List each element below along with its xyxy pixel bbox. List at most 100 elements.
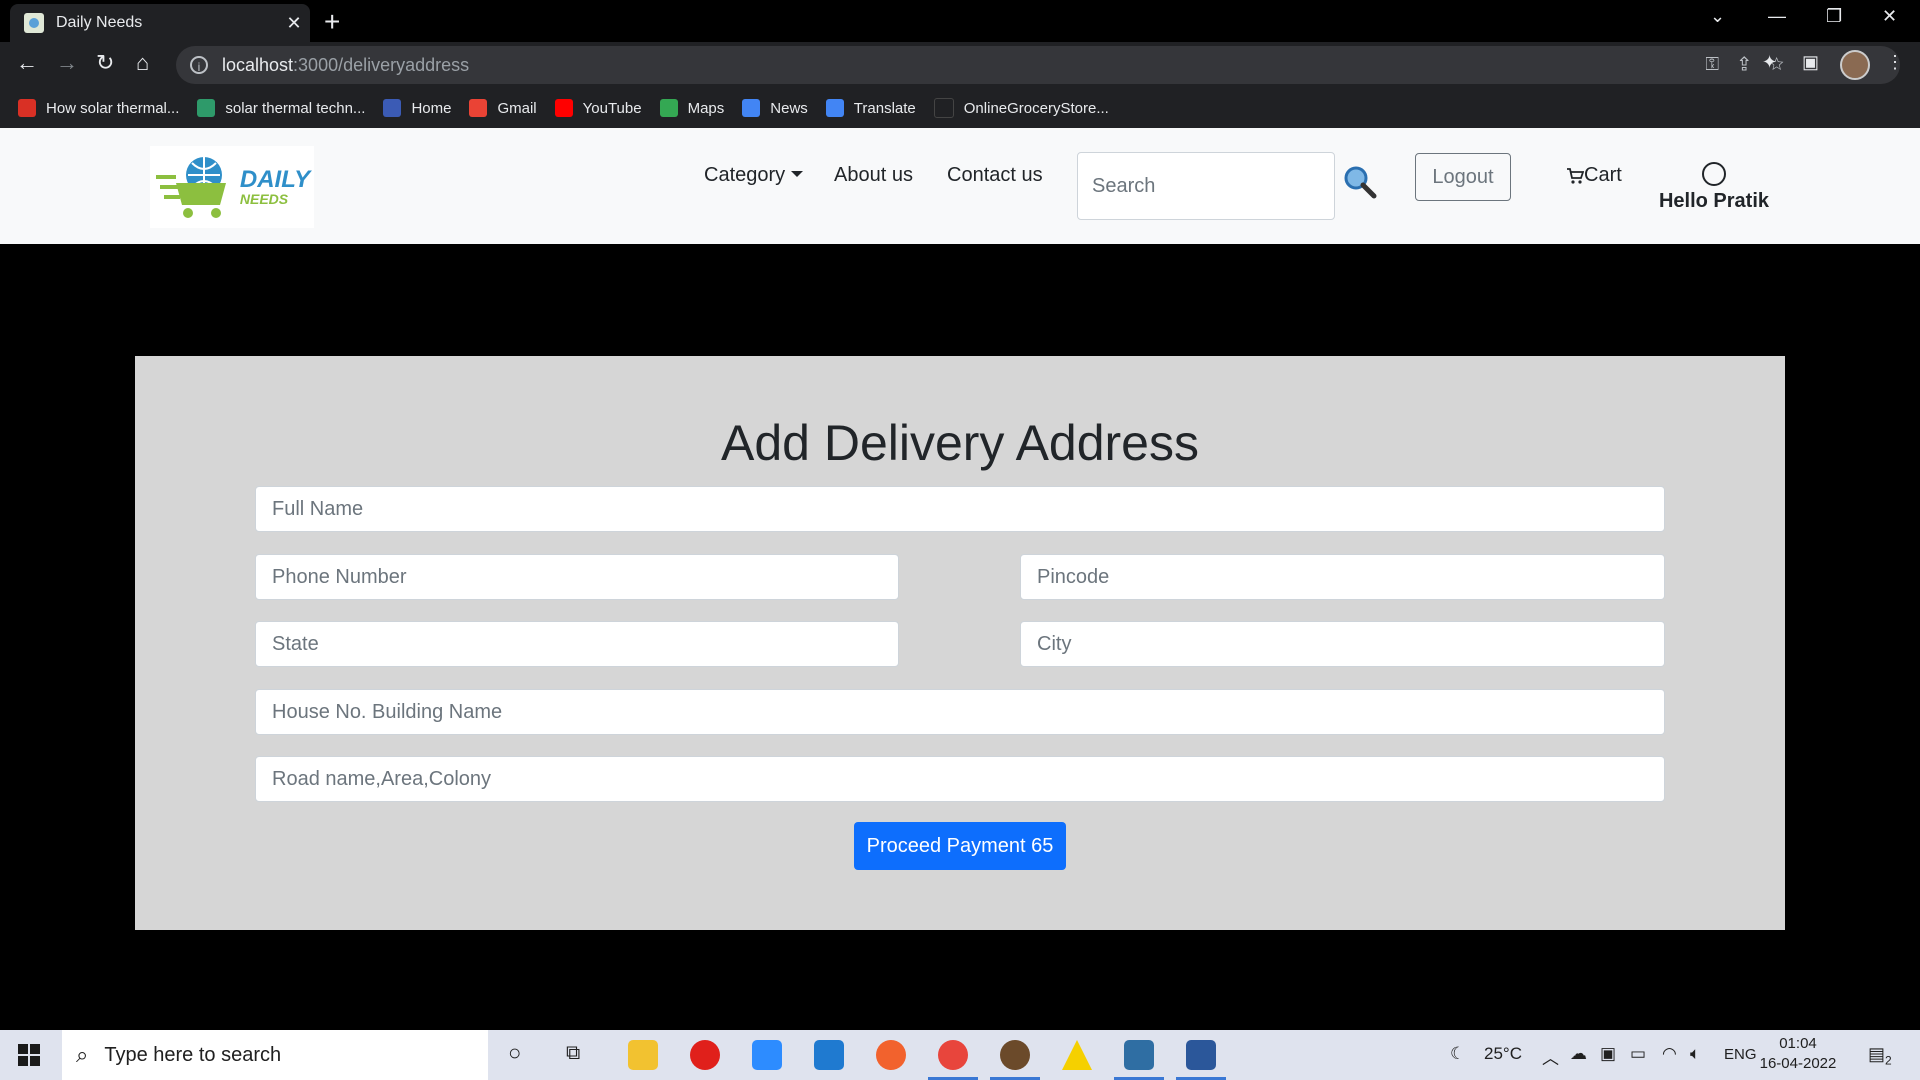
file-explorer-icon[interactable] (628, 1040, 658, 1070)
bookmark-item[interactable]: Translate (825, 99, 916, 117)
tab-close-icon[interactable]: ✕ (278, 13, 310, 34)
user-greeting: Hello Pratik (1658, 190, 1770, 212)
weather-moon-icon[interactable]: ☾ (1450, 1044, 1465, 1064)
password-key-icon[interactable]: ⚿ (1705, 54, 1739, 74)
site-search-input[interactable] (1077, 152, 1335, 220)
nav-category-dropdown[interactable]: Category (704, 164, 804, 187)
opera-icon[interactable] (690, 1040, 720, 1070)
full-name-input[interactable] (255, 486, 1665, 532)
nav-about-link[interactable]: About us (834, 164, 913, 187)
restore-icon[interactable]: ❐ (1826, 6, 1842, 27)
magnifier-search-icon[interactable] (1342, 164, 1378, 200)
bookmark-item[interactable]: OnlineGroceryStore... (933, 98, 1109, 118)
warning-app-icon[interactable] (1062, 1040, 1092, 1070)
tab-title: Daily Needs (56, 14, 143, 31)
caret-down-icon (791, 171, 804, 177)
bookmark-label: How solar thermal... (46, 99, 180, 117)
bookmark-label: OnlineGroceryStore... (963, 99, 1109, 117)
translate-icon (825, 99, 844, 117)
cart-icon (1567, 167, 1584, 184)
bookmark-item[interactable]: YouTube (554, 99, 642, 117)
cart-label: Cart (1584, 164, 1622, 186)
wifi-icon[interactable]: ◠ (1662, 1044, 1677, 1064)
back-arrow-icon[interactable]: ← (16, 50, 38, 76)
zoom-icon[interactable] (752, 1040, 782, 1070)
battery-icon[interactable]: ▭ (1630, 1044, 1646, 1064)
phone-number-input[interactable] (255, 554, 899, 600)
user-circle-icon (1702, 162, 1726, 186)
mysql-workbench-icon[interactable] (1114, 1040, 1164, 1080)
forward-arrow-icon[interactable]: → (56, 50, 78, 76)
app-icon[interactable] (990, 1040, 1040, 1080)
side-panel-icon[interactable]: ▣ (1802, 52, 1819, 73)
url-host: localhost (222, 54, 294, 75)
nav-category-label: Category (704, 164, 786, 186)
vscode-icon[interactable] (814, 1040, 844, 1070)
shopping-cart-globe-icon (155, 157, 226, 218)
weather-temp[interactable]: 25°C (1484, 1044, 1522, 1064)
window-close-icon[interactable]: ✕ (1882, 6, 1897, 27)
news-icon (742, 99, 761, 117)
minimize-icon[interactable]: — (1768, 6, 1786, 27)
user-profile[interactable]: Hello Pratik (1656, 162, 1772, 213)
address-bar-actions: ⚿⇪☆ (1705, 54, 1804, 75)
page-title: Add Delivery Address (720, 415, 1199, 471)
city-input[interactable] (1020, 621, 1665, 667)
taskbar-search-box[interactable]: ⌕ Type here to search (62, 1030, 488, 1080)
bookmark-item[interactable]: solar thermal techn... (197, 99, 365, 117)
browser-toolbar: ← → ↻ ⌂ i localhost:3000/deliveryaddress… (0, 42, 1920, 88)
bookmark-item[interactable]: Gmail (469, 99, 537, 117)
address-bar[interactable]: i localhost:3000/deliveryaddress ⚿⇪☆ (176, 46, 1900, 84)
task-view-icon[interactable]: ⧉ (566, 1042, 580, 1065)
proceed-payment-button[interactable]: Proceed Payment 65 (854, 822, 1066, 870)
daily-needs-logo[interactable]: DAILY NEEDS (150, 146, 314, 228)
chrome-icon[interactable] (928, 1040, 978, 1080)
state-input[interactable] (255, 621, 899, 667)
bookmark-label: solar thermal techn... (225, 99, 366, 117)
bookmark-label: Maps (687, 99, 725, 117)
new-tab-icon[interactable]: + (324, 6, 340, 38)
gmail-icon (469, 99, 488, 117)
home-icon[interactable]: ⌂ (136, 50, 149, 76)
reload-icon[interactable]: ↻ (96, 50, 114, 76)
tab-search-chevron-icon[interactable]: ⌄ (1710, 6, 1725, 27)
system-clock[interactable]: 01:04 16-04-2022 (1758, 1034, 1838, 1074)
windows-taskbar: ⌕ Type here to search ○ ⧉ ☾ 25°C ︿ ☁ ▣ ▭… (0, 1030, 1920, 1080)
search-icon: ⌕ (76, 1042, 89, 1067)
browser-menu-icon[interactable]: ⋮ (1886, 52, 1904, 73)
house-building-input[interactable] (255, 689, 1665, 735)
bookmarks-bar: How solar thermal... solar thermal techn… (0, 88, 1920, 128)
logo-wordmark: DAILY NEEDS (240, 168, 310, 207)
bookmark-favicon-icon (18, 99, 36, 117)
extensions-icon[interactable]: ✦ (1762, 52, 1777, 73)
windows-start-icon[interactable] (18, 1044, 40, 1066)
bookmark-label: Translate (853, 99, 916, 117)
bookmark-item[interactable]: News (742, 99, 808, 117)
bookmark-favicon-icon (197, 99, 216, 117)
language-indicator[interactable]: ENG (1724, 1046, 1757, 1063)
postman-icon[interactable] (876, 1040, 906, 1070)
tray-overflow-chevron-icon[interactable]: ︿ (1542, 1044, 1559, 1069)
taskbar-search-placeholder: Type here to search (104, 1043, 282, 1066)
meet-now-icon[interactable]: ▣ (1600, 1044, 1616, 1064)
site-info-icon[interactable]: i (190, 56, 208, 74)
bookmark-item[interactable]: How solar thermal... (18, 99, 179, 117)
youtube-icon (554, 99, 573, 117)
clock-date: 16-04-2022 (1759, 1055, 1837, 1072)
cart-link[interactable]: Cart (1566, 164, 1622, 187)
browser-tab[interactable]: Daily Needs ✕ (10, 4, 310, 42)
site-navbar: DAILY NEEDS Category About us Contact us… (0, 128, 1920, 244)
cortana-icon[interactable]: ○ (508, 1040, 521, 1066)
nav-contact-link[interactable]: Contact us (947, 164, 1043, 187)
pincode-input[interactable] (1020, 554, 1665, 600)
profile-avatar[interactable] (1840, 50, 1870, 80)
logout-button[interactable]: Logout (1415, 153, 1511, 201)
bookmark-item[interactable]: Home (383, 99, 451, 117)
road-area-input[interactable] (255, 756, 1665, 802)
volume-icon[interactable]: 🔈︎ (1690, 1044, 1700, 1064)
word-icon[interactable] (1176, 1040, 1226, 1080)
onedrive-icon[interactable]: ☁ (1570, 1044, 1587, 1064)
notification-center-icon[interactable]: ▤2 (1868, 1044, 1892, 1068)
maps-icon (659, 99, 678, 117)
bookmark-item[interactable]: Maps (659, 99, 725, 117)
